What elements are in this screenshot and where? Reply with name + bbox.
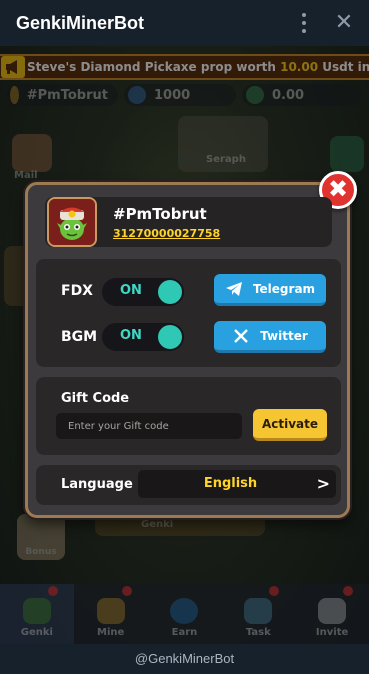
profile-card: #PmTobrut 31270000027758 bbox=[45, 197, 332, 247]
settings-toggles-section: FDX ON Telegram BGM ON Twitter bbox=[36, 259, 341, 367]
activate-button[interactable]: Activate bbox=[253, 409, 327, 441]
telegram-button[interactable]: Telegram bbox=[214, 274, 326, 306]
twitter-button[interactable]: Twitter bbox=[214, 321, 326, 353]
bgm-toggle-knob bbox=[158, 325, 182, 349]
gift-code-section: Gift Code Activate bbox=[36, 377, 341, 455]
fdx-toggle[interactable]: ON bbox=[102, 278, 184, 306]
telegram-label: Telegram bbox=[252, 281, 316, 296]
activate-label: Activate bbox=[261, 416, 319, 431]
gift-code-input[interactable] bbox=[56, 413, 242, 439]
user-id-link[interactable]: 31270000027758 bbox=[113, 227, 220, 240]
bgm-toggle-state: ON bbox=[120, 328, 142, 343]
username: #PmTobrut bbox=[113, 205, 207, 223]
close-icon: ✖ bbox=[327, 175, 349, 203]
telegram-icon bbox=[225, 280, 243, 298]
fdx-toggle-knob bbox=[158, 280, 182, 304]
fdx-toggle-state: ON bbox=[120, 283, 142, 298]
chevron-right-icon: > bbox=[316, 474, 330, 493]
language-value: English bbox=[203, 476, 258, 491]
window-close-icon[interactable]: ✕ bbox=[331, 10, 357, 36]
more-options-icon[interactable] bbox=[301, 13, 307, 33]
x-icon bbox=[232, 327, 250, 345]
window-titlebar: GenkiMinerBot ✕ bbox=[0, 0, 369, 46]
language-selector[interactable]: English > bbox=[138, 470, 336, 498]
avatar bbox=[47, 197, 97, 247]
settings-panel: ✖ #PmTobrut 31270000027758 FDX ON Telegr… bbox=[25, 171, 357, 518]
twitter-label: Twitter bbox=[260, 328, 308, 343]
bgm-label: BGM bbox=[61, 329, 98, 345]
fdx-label: FDX bbox=[61, 283, 93, 299]
language-section: Language English > bbox=[36, 465, 341, 505]
bot-handle: @GenkiMinerBot bbox=[134, 651, 235, 666]
language-label: Language bbox=[61, 477, 133, 492]
bgm-toggle[interactable]: ON bbox=[102, 323, 184, 351]
bot-footer: @GenkiMinerBot bbox=[0, 644, 369, 674]
game-viewport: Steve's Diamond Pickaxe prop worth 10.00… bbox=[0, 46, 369, 644]
gift-code-title: Gift Code bbox=[61, 391, 130, 406]
window-title: GenkiMinerBot bbox=[16, 12, 145, 33]
